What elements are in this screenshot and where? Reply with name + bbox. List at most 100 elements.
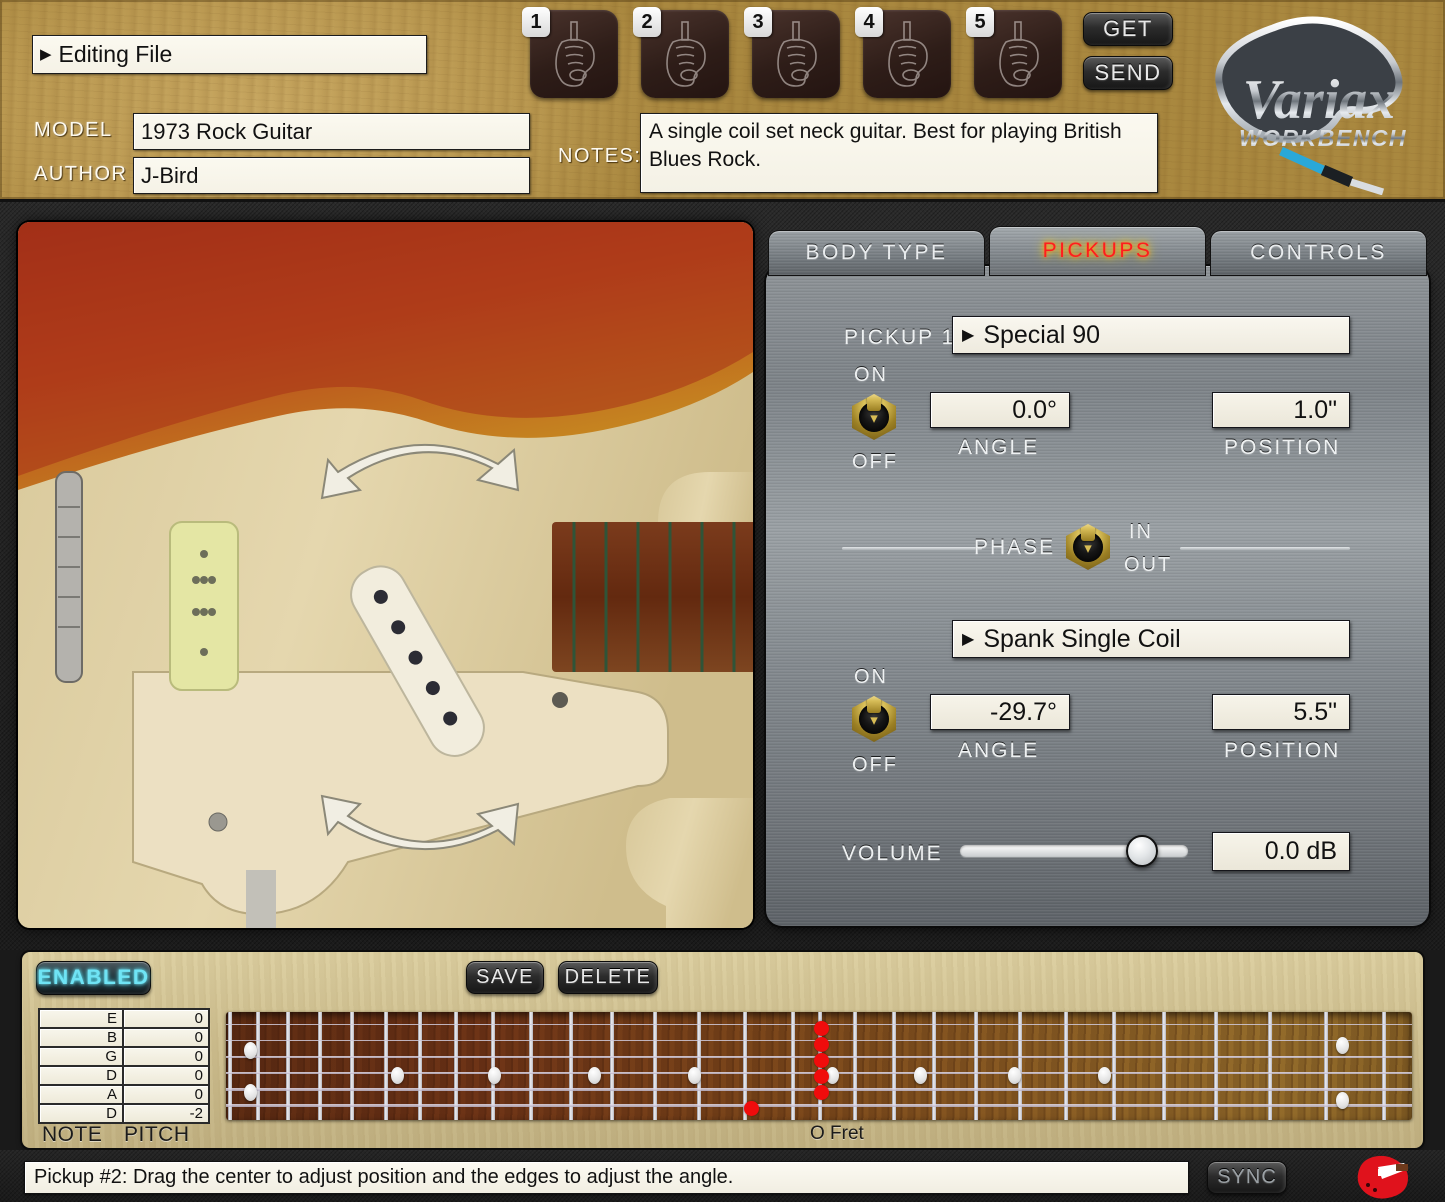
guitar-preview-image[interactable] <box>18 222 753 928</box>
logo-plug-tip <box>1349 178 1385 195</box>
preset-button-1[interactable]: 1 <box>522 7 618 98</box>
pickup-1-model-select[interactable]: ▶ Special 90 <box>952 316 1350 354</box>
fret-inlay-dot <box>1336 1037 1349 1054</box>
pickup-2-position-label: POSITION <box>1224 739 1341 762</box>
volume-value[interactable]: 0.0 dB <box>1212 832 1350 871</box>
table-row[interactable]: A 0 <box>40 1086 208 1103</box>
pickup-2-position-value[interactable]: 5.5" <box>1212 694 1350 730</box>
tuning-pitch: 0 <box>124 1010 208 1027</box>
tuning-marker-dot[interactable] <box>814 1037 829 1052</box>
tab-body-type[interactable]: BODY TYPE <box>769 231 984 275</box>
pickup-1-on-label: ON <box>854 364 888 386</box>
header-bar: ▶ Editing File MODEL AUTHOR 1973 Rock Gu… <box>0 0 1445 202</box>
guitar-icon <box>888 21 928 87</box>
toggle-lever <box>867 394 881 411</box>
tuning-marker-dot[interactable] <box>814 1021 829 1036</box>
fret-inlay-dot <box>1336 1092 1349 1109</box>
preset-number-2: 2 <box>633 7 661 37</box>
toggle-lever <box>1081 524 1095 541</box>
variax-workbench-window: ▶ Editing File MODEL AUTHOR 1973 Rock Gu… <box>0 0 1445 1202</box>
preset-number-4: 4 <box>855 7 883 37</box>
preset-number-3: 3 <box>744 7 772 37</box>
chevron-right-icon: ▶ <box>40 46 52 63</box>
preset-button-row: 1 2 3 4 5 <box>522 7 1062 98</box>
table-row[interactable]: E 0 <box>40 1010 208 1027</box>
author-value: J-Bird <box>141 162 199 188</box>
fretboard[interactable] <box>226 1012 1412 1120</box>
line6-guitar-logo <box>1357 1155 1408 1199</box>
logo-cable <box>1279 146 1325 175</box>
tuning-marker-dot[interactable] <box>814 1069 829 1084</box>
tuning-note: D <box>40 1105 122 1122</box>
guitar-icon <box>777 21 817 87</box>
tuning-marker-dot[interactable] <box>744 1101 759 1116</box>
pickup-1-angle-value[interactable]: 0.0° <box>930 392 1070 428</box>
fret-inlay-dot <box>1008 1067 1021 1084</box>
table-row[interactable]: D -2 <box>40 1105 208 1122</box>
file-select-dropdown[interactable]: ▶ Editing File <box>32 35 427 74</box>
fret-inlay-dot <box>391 1067 404 1084</box>
logo-wordmark: Variax <box>1243 69 1396 131</box>
phase-in-label: IN <box>1129 521 1153 543</box>
tuning-pitch: 0 <box>124 1048 208 1065</box>
chevron-down-icon: ▾ <box>870 410 878 427</box>
delete-button[interactable]: DELETE <box>558 961 658 994</box>
author-label: AUTHOR <box>34 163 128 185</box>
pitch-column-header: PITCH <box>124 1123 190 1146</box>
pickup-2-model-value: Spank Single Coil <box>983 624 1181 653</box>
zero-fret-label: O Fret <box>810 1123 864 1144</box>
table-row[interactable]: D 0 <box>40 1067 208 1084</box>
tuning-note: B <box>40 1029 122 1046</box>
logo-fretboard <box>1396 1164 1408 1171</box>
guitar-icon <box>555 21 595 87</box>
pickup-1-position-label: POSITION <box>1224 436 1341 459</box>
phase-toggle[interactable]: ▾ <box>1066 524 1110 570</box>
variax-workbench-logo: Variax WORKBENCH <box>1215 16 1406 195</box>
tab-pickups[interactable]: PICKUPS <box>990 227 1205 275</box>
pickup-2-power-toggle[interactable]: ▾ <box>852 696 896 742</box>
pickup-1-off-label: OFF <box>852 451 898 473</box>
tuning-marker-dot[interactable] <box>814 1053 829 1068</box>
table-row[interactable]: G 0 <box>40 1048 208 1065</box>
guitar-string <box>226 1104 1412 1108</box>
pickup-2-off-label: OFF <box>852 754 898 776</box>
phase-divider-right <box>1180 547 1350 550</box>
preset-button-2[interactable]: 2 <box>633 7 729 98</box>
preset-button-4[interactable]: 4 <box>855 7 951 98</box>
phase-label: PHASE <box>974 536 1056 559</box>
fret-inlay-dot <box>588 1067 601 1084</box>
get-button[interactable]: GET <box>1083 12 1173 46</box>
logo-dot <box>1366 1183 1370 1187</box>
pickup-1-position-value[interactable]: 1.0" <box>1212 392 1350 428</box>
notes-input[interactable]: A single coil set neck guitar. Best for … <box>640 113 1158 193</box>
notes-label: NOTES: <box>558 145 642 167</box>
preset-button-5[interactable]: 5 <box>966 7 1062 98</box>
model-input[interactable]: 1973 Rock Guitar <box>133 113 530 150</box>
tuning-note: A <box>40 1086 122 1103</box>
toggle-lever <box>867 696 881 713</box>
pickup-1-model-value: Special 90 <box>983 320 1101 349</box>
tab-controls[interactable]: CONTROLS <box>1211 231 1426 275</box>
sync-button[interactable]: SYNC <box>1207 1161 1287 1194</box>
preset-button-3[interactable]: 3 <box>744 7 840 98</box>
pickup-2-angle-value[interactable]: -29.7° <box>930 694 1070 730</box>
table-row[interactable]: B 0 <box>40 1029 208 1046</box>
bridge-graphic <box>55 471 83 683</box>
volume-slider-knob[interactable] <box>1126 835 1159 867</box>
preset-number-5: 5 <box>966 7 994 37</box>
author-input[interactable]: J-Bird <box>133 157 530 194</box>
tuning-pitch: -2 <box>124 1105 208 1122</box>
chevron-right-icon: ▶ <box>962 631 975 648</box>
model-value: 1973 Rock Guitar <box>141 118 313 144</box>
pickup-2-model-select[interactable]: ▶ Spank Single Coil <box>952 620 1350 658</box>
enabled-toggle-button[interactable]: ENABLED <box>36 961 151 995</box>
tuning-marker-dot[interactable] <box>814 1085 829 1100</box>
pickup-1-power-toggle[interactable]: ▾ <box>852 394 896 440</box>
save-button[interactable]: SAVE <box>466 961 544 994</box>
send-button[interactable]: SEND <box>1083 56 1173 90</box>
phase-out-label: OUT <box>1124 554 1173 576</box>
pickup-2-on-label: ON <box>854 666 888 688</box>
pickups-panel: PICKUP 1 ▶ Special 90 ON ▾ OFF 0.0° ANGL… <box>766 266 1429 926</box>
status-message: Pickup #2: Drag the center to adjust pos… <box>24 1161 1189 1194</box>
tuning-note: D <box>40 1067 122 1084</box>
